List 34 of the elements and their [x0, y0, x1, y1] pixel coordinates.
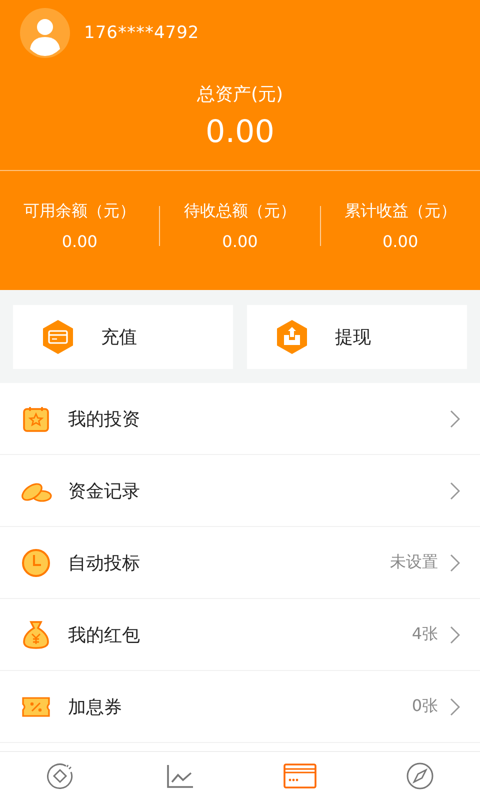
avatar-icon[interactable]: [20, 8, 70, 58]
menu-label: 资金记录: [68, 480, 141, 502]
menu-label: 我的红包: [68, 624, 141, 646]
menu-value: 4张: [412, 624, 438, 645]
withdraw-icon: [275, 319, 309, 355]
withdraw-button[interactable]: 提现: [247, 305, 467, 369]
money-bag-icon: [22, 620, 50, 650]
line-chart-icon: [166, 763, 194, 789]
chevron-icon: [450, 410, 460, 428]
stat-value: 0.00: [222, 232, 258, 251]
clock-icon: [21, 548, 51, 578]
stat-label: 累计收益（元）: [344, 201, 456, 222]
chevron-icon: [450, 554, 460, 572]
menu-label: 加息券: [68, 696, 123, 718]
stat-value: 0.00: [62, 232, 98, 251]
chevron-icon: [450, 626, 460, 644]
chevron-icon: [450, 482, 460, 500]
total-assets-value: 0.00: [205, 114, 275, 150]
menu-value: 未设置: [390, 552, 438, 573]
recharge-button[interactable]: 充值: [13, 305, 233, 369]
stat-label: 可用余额（元）: [24, 201, 136, 222]
total-assets-label: 总资产(元): [196, 83, 284, 106]
stat-value: 0.00: [382, 232, 418, 251]
menu-label: 我的投资: [68, 408, 141, 430]
compass-icon: [406, 762, 434, 790]
coupon-icon: [21, 696, 51, 718]
phone-number: 176****4792: [84, 23, 200, 43]
chevron-icon: [450, 698, 460, 716]
card-icon: [283, 763, 317, 789]
menu-label: 自动投标: [68, 552, 141, 574]
card-icon: [41, 319, 75, 355]
menu-value: 0张: [412, 696, 438, 717]
diamond-circle-icon: [46, 762, 74, 790]
stat-label: 待收总额（元）: [184, 201, 296, 222]
